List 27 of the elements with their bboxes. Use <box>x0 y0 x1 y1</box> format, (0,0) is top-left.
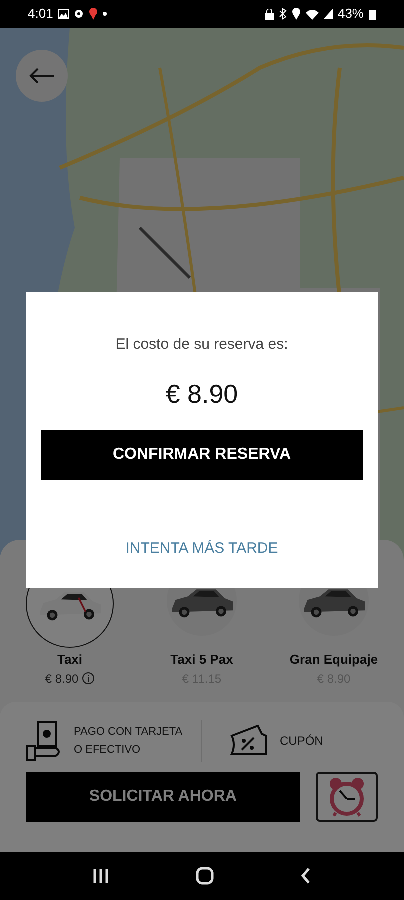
image-icon <box>58 9 70 19</box>
wifi-icon <box>306 8 319 20</box>
vehicle-name: Gran Equipaje <box>290 651 378 669</box>
battery-percent: 43% <box>338 5 364 24</box>
location-icon <box>292 8 301 20</box>
home-icon[interactable] <box>196 867 214 885</box>
coupon-icon <box>228 724 268 758</box>
vehicle-name: Taxi 5 Pax <box>170 651 234 669</box>
dot-icon <box>103 12 108 16</box>
payment-label: PAGO CON TARJETA O EFECTIVO <box>74 724 184 758</box>
vehicle-price: € 8.90 <box>45 670 79 688</box>
alarm-clock-icon <box>328 776 366 816</box>
location-pin-icon <box>89 8 98 20</box>
lock-icon <box>264 8 274 20</box>
info-icon[interactable] <box>82 672 95 685</box>
back-icon[interactable] <box>300 868 311 884</box>
coupon-label: CUPÓN <box>280 732 324 750</box>
battery-icon <box>369 8 376 20</box>
payment-option[interactable]: PAGO CON TARJETA O EFECTIVO <box>26 720 202 762</box>
status-time: 4:01 <box>28 5 54 24</box>
schedule-button[interactable] <box>316 772 378 822</box>
bluetooth-icon <box>278 8 287 20</box>
request-now-button[interactable]: SOLICITAR AHORA <box>26 772 300 822</box>
vehicle-name: Taxi <box>57 651 83 669</box>
signal-icon <box>324 9 333 19</box>
coupon-option[interactable]: CUPÓN <box>202 724 324 758</box>
recent-apps-icon[interactable] <box>93 868 110 884</box>
